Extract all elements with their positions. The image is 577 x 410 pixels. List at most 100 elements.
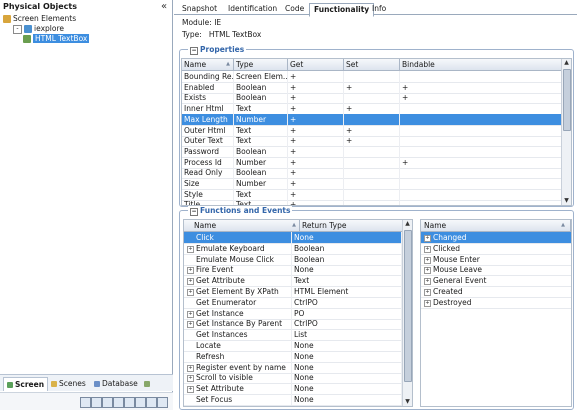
column-header[interactable]: Type: [234, 59, 288, 70]
left-tab-bar: Screen Scenes Database: [0, 374, 173, 391]
collapse-functions-icon[interactable]: −: [190, 208, 198, 216]
toolbar-delete-icon[interactable]: [135, 397, 146, 408]
column-header[interactable]: Set: [344, 59, 400, 70]
expand-row-icon[interactable]: +: [424, 299, 431, 307]
tab-code[interactable]: Code: [281, 3, 308, 15]
column-header-label: Type: [236, 60, 254, 69]
column-header[interactable]: Bindable: [400, 59, 562, 70]
property-cell: +: [288, 81, 344, 93]
properties-group-title[interactable]: − Properties: [188, 45, 247, 55]
physical-objects-pane: Physical Objects « Screen Elements - iexpl…: [0, 0, 173, 410]
property-cell: [400, 167, 562, 179]
expand-row-icon[interactable]: +: [187, 278, 194, 286]
tab-snapshot[interactable]: Snapshot: [178, 3, 221, 15]
tab-more[interactable]: [141, 377, 155, 390]
toolbar-paste-icon[interactable]: [124, 397, 135, 408]
scroll-thumb[interactable]: [404, 230, 412, 382]
toolbar-highlight-icon[interactable]: [102, 397, 113, 408]
functions-group-title[interactable]: − Functions and Events: [188, 206, 293, 216]
module-value: IE: [214, 18, 222, 27]
column-header[interactable]: Get: [288, 59, 344, 70]
type-value: HTML TextBox: [208, 30, 262, 39]
expand-row-icon[interactable]: +: [187, 386, 194, 394]
expand-row-icon[interactable]: +: [187, 289, 194, 296]
property-cell: [344, 71, 400, 82]
property-row[interactable]: Title Text +: [182, 199, 571, 205]
property-cell: +: [400, 81, 562, 93]
expand-row-icon[interactable]: +: [187, 375, 194, 383]
column-header[interactable]: Name ▲: [192, 220, 300, 231]
property-cell: Boolean: [234, 145, 288, 157]
scroll-thumb[interactable]: [563, 69, 571, 131]
properties-table[interactable]: Name ▲ Type Get Set Bindable Bounding Re... Scr…: [181, 58, 572, 206]
scroll-down-icon[interactable]: ▼: [562, 197, 571, 205]
tab-scenes[interactable]: Scenes: [48, 377, 89, 390]
function-name: Emulate Mouse Click: [194, 253, 292, 265]
tree-node[interactable]: Screen Elements: [3, 14, 76, 24]
function-return-type: CtrlPO: [292, 296, 402, 308]
functions-table[interactable]: Name ▲ Return Type Click None + Emulate Keyboa…: [183, 219, 413, 407]
scroll-down-icon[interactable]: ▼: [403, 398, 412, 406]
property-cell: [344, 167, 400, 179]
property-cell: +: [288, 103, 344, 115]
function-name: Get Attribute: [194, 275, 292, 287]
expand-row-icon[interactable]: +: [424, 267, 431, 275]
scroll-up-icon[interactable]: ▲: [562, 59, 571, 67]
table-header: Name ▲ Type Get Set Bindable: [182, 59, 571, 71]
tree-node[interactable]: HTML TextBox: [23, 34, 90, 44]
tab-functionality[interactable]: Functionality: [309, 3, 375, 17]
column-header[interactable]: Name ▲: [182, 59, 234, 70]
property-cell: Title: [182, 199, 234, 205]
folder-icon: [3, 15, 11, 23]
toolbar-properties-icon[interactable]: [146, 397, 157, 408]
toolbar-copy-icon[interactable]: [113, 397, 124, 408]
scroll-up-icon[interactable]: ▲: [403, 220, 412, 228]
property-cell: [344, 113, 400, 125]
expand-row-icon[interactable]: +: [424, 278, 431, 286]
property-cell: [400, 145, 562, 157]
properties-title: Properties: [200, 45, 245, 54]
toolbar-add-icon[interactable]: [80, 397, 91, 408]
expand-row-icon[interactable]: +: [424, 245, 431, 253]
column-header[interactable]: Return Type: [300, 220, 410, 231]
tab-database[interactable]: Database: [91, 377, 141, 390]
expand-row-icon[interactable]: +: [187, 267, 194, 275]
functions-title: Functions and Events: [200, 206, 291, 215]
property-cell: +: [288, 124, 344, 136]
type-info: Type: HTML TextBox: [182, 30, 261, 39]
column-header[interactable]: Name ▲: [421, 220, 571, 231]
tab-screen[interactable]: Screen: [3, 377, 49, 391]
expand-row-icon[interactable]: +: [424, 289, 431, 296]
sort-ascending-icon[interactable]: ▲: [292, 220, 296, 231]
expand-row-icon[interactable]: +: [424, 235, 431, 242]
toolbar-more-icon[interactable]: [157, 397, 168, 408]
details-pane: Snapshot Identification Code Functionality I…: [174, 0, 577, 410]
tree-node[interactable]: - iexplore: [13, 24, 64, 34]
events-table[interactable]: Name ▲ + Changed + Clicked + Mouse Enter + Mouse …: [420, 219, 572, 407]
expand-row-icon[interactable]: +: [187, 245, 194, 253]
expand-row-icon[interactable]: +: [187, 321, 194, 329]
event-row[interactable]: + Destroyed: [421, 297, 571, 309]
function-row[interactable]: Set Focus None: [184, 394, 412, 406]
vertical-scrollbar[interactable]: ▲ ▼: [561, 59, 571, 205]
function-name: Refresh: [194, 350, 292, 362]
collapse-pane-icon[interactable]: «: [161, 1, 167, 12]
details-tab-bar: Snapshot Identification Code Functionality I…: [174, 3, 577, 17]
event-name: General Event: [433, 276, 487, 286]
property-cell: [400, 178, 562, 189]
sort-ascending-icon[interactable]: ▲: [561, 220, 565, 231]
collapse-properties-icon[interactable]: −: [190, 47, 198, 55]
expand-row-icon[interactable]: +: [187, 364, 194, 372]
property-cell: Text: [234, 103, 288, 115]
tree-expander-icon[interactable]: -: [13, 24, 22, 34]
expand-row-icon[interactable]: +: [424, 256, 431, 264]
toolbar-capture-icon[interactable]: [91, 397, 102, 408]
sort-ascending-icon[interactable]: ▲: [226, 59, 230, 70]
tab-info[interactable]: Info: [368, 3, 390, 15]
expand-row-icon[interactable]: +: [187, 310, 194, 318]
type-label: Type:: [182, 30, 202, 39]
tab-identification[interactable]: Identification: [224, 3, 281, 15]
property-cell: [344, 145, 400, 157]
property-cell: +: [288, 156, 344, 168]
vertical-scrollbar[interactable]: ▲ ▼: [402, 220, 412, 406]
